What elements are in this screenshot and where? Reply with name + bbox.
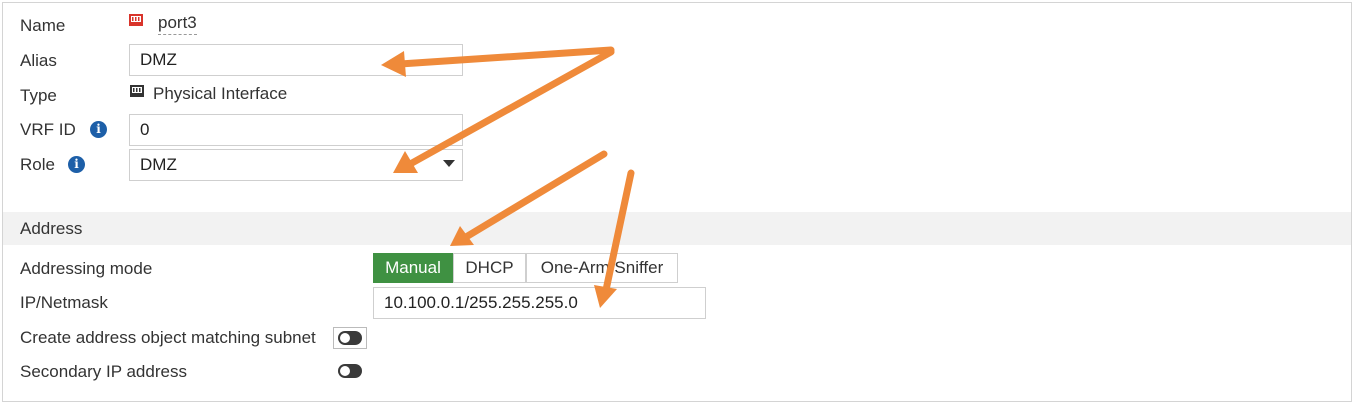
chevron-down-icon	[443, 160, 455, 167]
ip-netmask-input[interactable]: 10.100.0.1/255.255.255.0	[373, 287, 706, 319]
role-info-icon[interactable]: i	[68, 156, 85, 173]
type-value: Physical Interface	[153, 84, 288, 103]
create-address-object-label: Create address object matching subnet	[20, 328, 316, 347]
vrf-info-icon[interactable]: i	[90, 121, 107, 138]
name-label: Name	[20, 16, 66, 35]
secondary-ip-label: Secondary IP address	[20, 362, 187, 381]
network-port-icon	[129, 14, 143, 26]
secondary-ip-toggle[interactable]	[338, 364, 362, 378]
type-label: Type	[20, 86, 57, 105]
addressing-mode-label: Addressing mode	[20, 259, 153, 278]
role-label: Role	[20, 155, 55, 174]
vrf-id-input[interactable]: 0	[129, 114, 463, 146]
role-select[interactable]: DMZ	[129, 149, 463, 181]
ip-netmask-label: IP/Netmask	[20, 293, 108, 312]
address-section-header: Address	[3, 212, 1351, 245]
interface-name-value: port3	[158, 12, 197, 35]
create-address-object-toggle[interactable]	[338, 331, 362, 345]
mode-one-arm-sniffer-button[interactable]: One-Arm Sniffer	[526, 253, 678, 283]
mode-manual-button[interactable]: Manual	[373, 253, 453, 283]
address-section-title: Address	[20, 219, 83, 238]
mode-dhcp-button[interactable]: DHCP	[453, 253, 526, 283]
alias-label: Alias	[20, 51, 57, 70]
vrf-id-label: VRF ID	[20, 120, 76, 139]
alias-input[interactable]: DMZ	[129, 44, 463, 76]
physical-interface-icon	[130, 85, 144, 97]
